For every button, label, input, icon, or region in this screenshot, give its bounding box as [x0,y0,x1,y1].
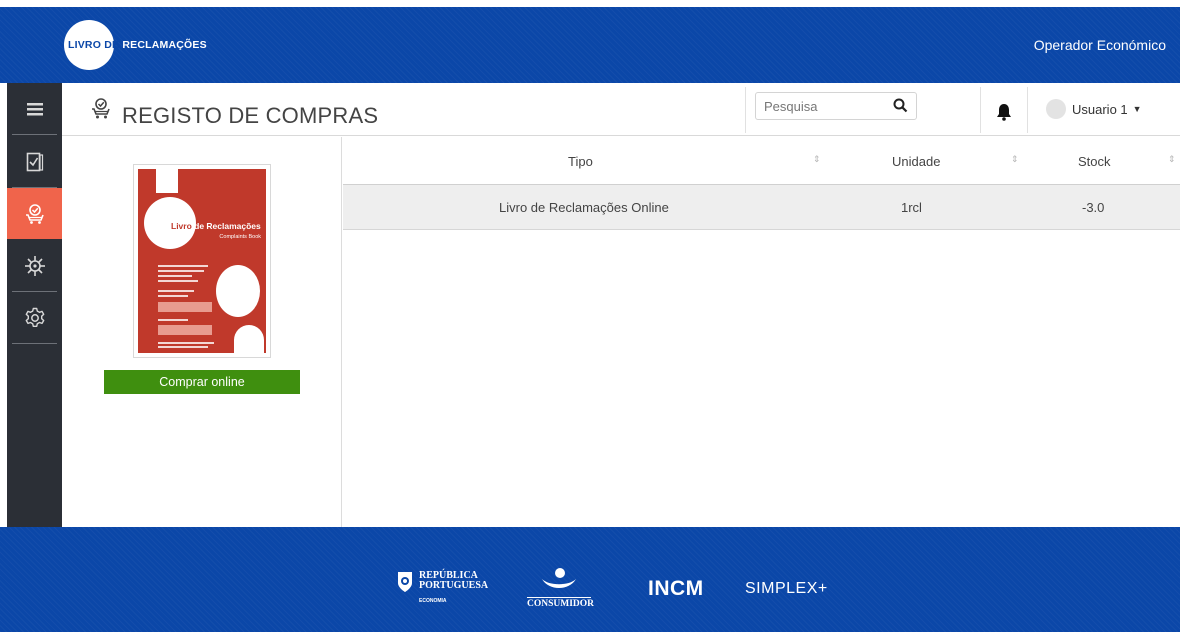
cell-unidade: 1rcl [901,199,922,215]
book-cover-shape [216,265,260,317]
sidebar-item-books[interactable] [7,136,62,187]
book-cover-shape [158,346,208,348]
book-title-dark: Livro [171,221,192,231]
column-header-stock[interactable]: Stock [1078,137,1111,185]
f-rep-text: REPÚBLICA PORTUGUESA ECONOMIA [419,571,488,606]
cell-stock: -3.0 [1082,199,1105,215]
sidebar-divider [12,134,57,135]
main-content: REGISTO DE COMPRAS Usuario 1 ▼ [62,83,1180,527]
top-border [0,0,1180,7]
product-image: Livro de Reclamações Complaints Book [133,164,271,358]
book-title-rest: de Reclamações [191,221,261,231]
avatar [1046,99,1066,119]
user-name: Usuario 1 [1072,101,1128,117]
page-title: REGISTO DE COMPRAS [122,103,379,128]
simplex-logo[interactable]: SIMPLEX+ [745,580,828,598]
cart-icon [92,98,110,119]
book-cover-shape [158,302,212,312]
buy-online-button[interactable]: Comprar online [104,370,300,394]
column-header-unidade[interactable]: Unidade [892,137,940,185]
book-cover: Livro de Reclamações Complaints Book [138,169,266,353]
logo-text-part1: LIVRO DE [68,39,120,51]
book-subtitle: Complaints Book [219,234,261,240]
book-cover-shape [158,290,194,292]
divider [745,87,746,133]
republica-small: ECONOMIA [419,598,447,604]
consumidor-emblem-icon [542,568,576,588]
book-cover-shape [234,325,264,353]
book-cover-shape [158,325,212,335]
table-header: Tipo ⇕ Unidade ⇕ Stock ⇕ [343,137,1180,185]
purchases-table: Tipo ⇕ Unidade ⇕ Stock ⇕ Livro de Reclam… [343,137,1180,230]
title-bar: REGISTO DE COMPRAS Usuario 1 ▼ [62,83,1180,136]
book-cover-shape [158,295,188,297]
cart-icon [25,203,44,224]
header: LIVRO DE RECLAMAÇÕES Operador Económico [0,7,1180,83]
virus-icon [24,255,45,276]
republica-portuguesa-logo[interactable]: REPÚBLICA PORTUGUESA ECONOMIA [396,571,488,606]
product-panel: Livro de Reclamações Complaints Book Com… [62,137,342,527]
sort-icon[interactable]: ⇕ [1011,154,1019,165]
search-input[interactable] [756,93,886,119]
logo[interactable]: LIVRO DE RECLAMAÇÕES [68,39,207,51]
sidebar-menu-toggle[interactable] [7,83,62,134]
search-box [755,92,917,120]
book-cover-shape [158,265,208,267]
cell-tipo: Livro de Reclamações Online [499,199,669,215]
divider [1027,87,1028,133]
page: LIVRO DE RECLAMAÇÕES Operador Económico [0,0,1180,632]
book-cover-shape [158,319,188,321]
menu-icon [26,102,43,115]
bell-icon[interactable] [996,103,1012,121]
search-icon[interactable] [893,98,908,113]
book-title: Livro de Reclamações [171,221,261,231]
republica-emblem-icon [398,572,412,592]
gear-icon [25,307,44,327]
chevron-down-icon: ▼ [1132,104,1142,114]
user-menu[interactable]: Usuario 1 ▼ [1046,99,1142,119]
book-cover-shape [158,270,204,272]
table-row[interactable]: Livro de Reclamações Online 1rcl -3.0 [343,185,1180,230]
book-cover-shape [158,342,214,344]
sidebar [7,83,62,527]
consumidor-text: CONSUMIDOR [527,597,595,609]
incm-logo[interactable]: INCM [648,577,704,601]
book-check-icon [26,152,43,171]
sidebar-item-settings[interactable] [7,292,62,343]
column-header-tipo[interactable]: Tipo [568,137,593,185]
sidebar-divider [12,343,57,344]
republica-line2: PORTUGUESA [419,580,489,591]
sort-icon[interactable]: ⇕ [813,154,821,165]
sidebar-item-virus[interactable] [7,240,62,291]
logo-text-part2: RECLAMAÇÕES [122,39,207,51]
sidebar-item-purchases[interactable] [7,188,62,239]
book-cover-shape [158,280,198,282]
book-cover-shape [158,275,192,277]
book-cover-shape [156,169,178,193]
divider [980,87,981,133]
sort-icon[interactable]: ⇕ [1168,154,1176,165]
footer: REPÚBLICA PORTUGUESA ECONOMIA CONSUMIDOR… [0,527,1180,632]
consumidor-logo[interactable]: CONSUMIDOR [527,567,595,609]
operator-link[interactable]: Operador Económico [1034,37,1166,53]
